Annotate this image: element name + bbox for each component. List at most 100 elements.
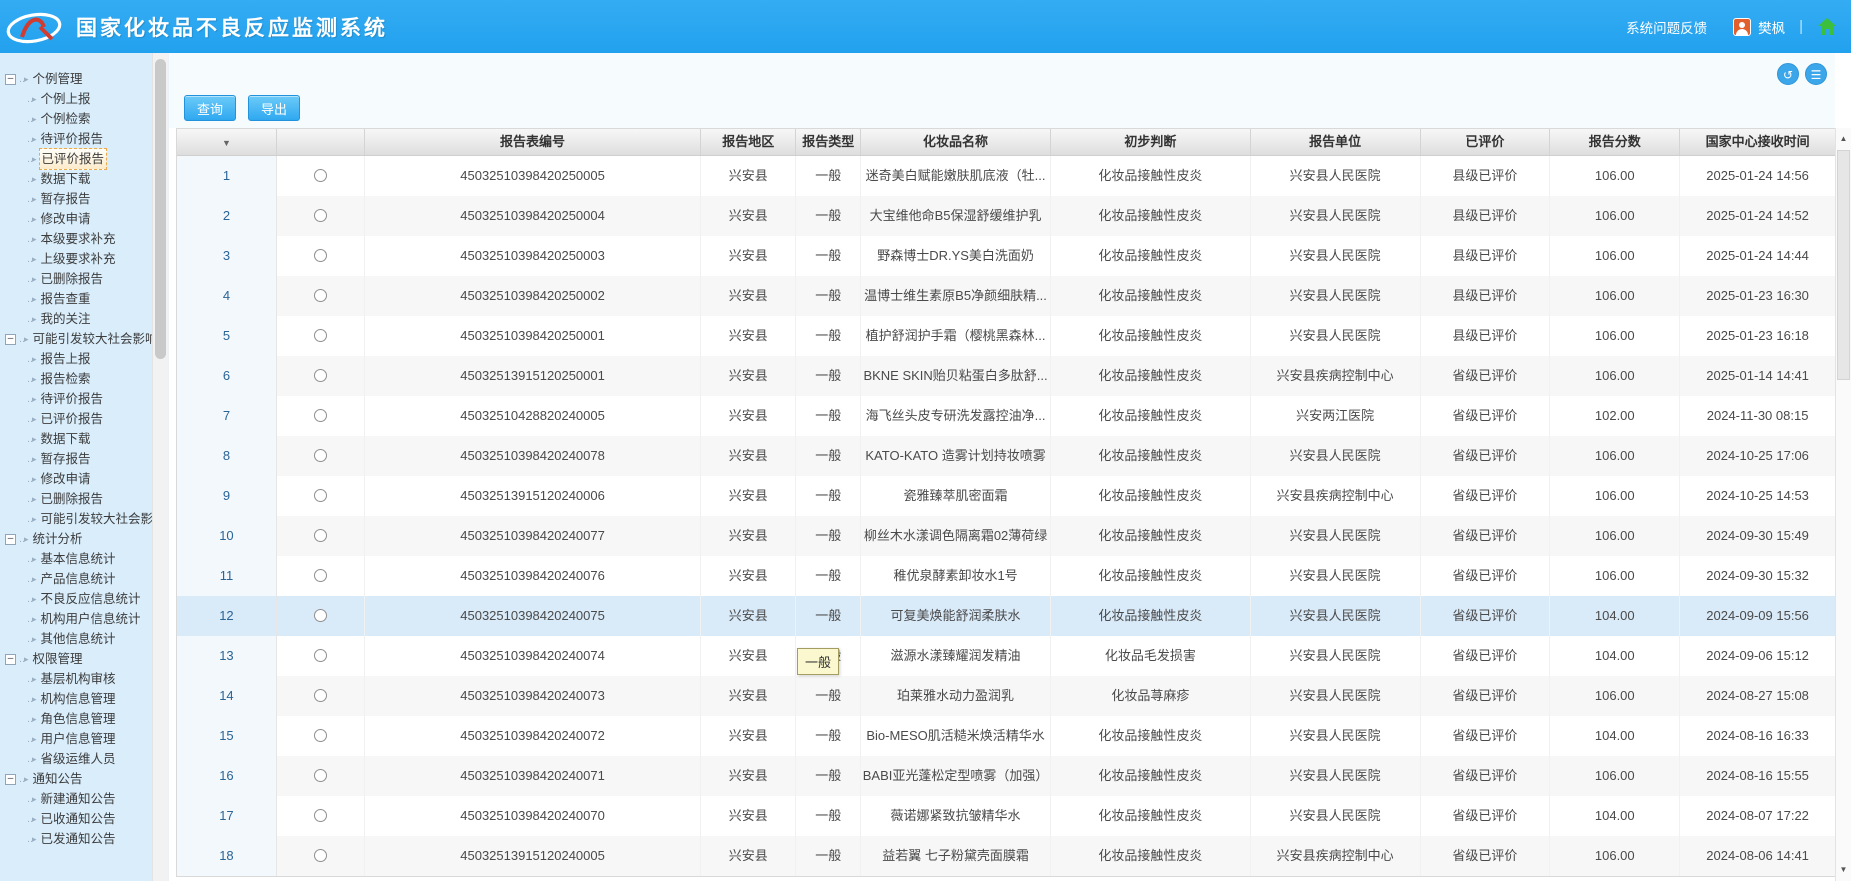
table-row[interactable]: 13 45032510398420240074兴安县一般滋源水漾臻耀润发精油化妆品… bbox=[177, 636, 1835, 676]
list-icon[interactable]: ☰ bbox=[1805, 63, 1827, 85]
sidebar-item[interactable]: 报告上报 bbox=[27, 349, 152, 369]
sidebar-item[interactable]: 暂存报告 bbox=[27, 449, 152, 469]
radio-button[interactable] bbox=[313, 648, 327, 662]
home-icon[interactable] bbox=[1817, 17, 1837, 36]
sidebar-item[interactable]: 个例检索 bbox=[27, 109, 152, 129]
sidebar-scrollbar-thumb[interactable] bbox=[155, 59, 166, 359]
radio-button[interactable] bbox=[313, 248, 327, 262]
collapse-icon[interactable]: – bbox=[5, 773, 16, 785]
collapse-icon[interactable]: – bbox=[5, 73, 16, 85]
table-cell-score: 106.00 bbox=[1550, 556, 1681, 596]
table-cell-status: 县级已评价 bbox=[1421, 316, 1551, 356]
radio-button[interactable] bbox=[313, 768, 327, 782]
radio-button[interactable] bbox=[313, 808, 327, 822]
export-button[interactable]: 导出 bbox=[248, 95, 301, 121]
table-row[interactable]: 4 45032510398420250002 兴安县 一般 温博士维生素原B5净颜细肤精… bbox=[177, 276, 1835, 316]
table-cell-report_no: 45032510398420250005 bbox=[365, 156, 702, 196]
select-all-dropdown-icon[interactable]: ▼ bbox=[222, 138, 231, 148]
sidebar-item[interactable]: 待评价报告 bbox=[27, 129, 152, 149]
sidebar-item[interactable]: 数据下载 bbox=[27, 429, 152, 449]
sidebar-item[interactable]: 其他信息统计 bbox=[27, 629, 152, 649]
table-row[interactable]: 12 45032510398420240075 兴安县 一般 可复美焕能舒润柔肤水 化妆品… bbox=[177, 596, 1835, 636]
sidebar-item[interactable]: 基层机构审核 bbox=[27, 669, 152, 689]
table-row[interactable]: 18 45032513915120240005 兴安县 一般 益若翼 七子粉黛壳面膜霜化… bbox=[177, 836, 1835, 876]
sidebar-item[interactable]: 省级运维人员 bbox=[27, 749, 152, 769]
table-row[interactable]: 14 45032510398420240073 兴安县 一般 珀莱雅水动力盈润乳 化妆品荨… bbox=[177, 676, 1835, 716]
sidebar-item-label: 角色信息管理 bbox=[40, 712, 116, 726]
column-selector[interactable]: ▼ bbox=[177, 129, 277, 155]
radio-button[interactable] bbox=[313, 208, 327, 222]
history-icon[interactable]: ↺ bbox=[1777, 63, 1799, 85]
scroll-down-icon[interactable]: ▼ bbox=[1836, 861, 1851, 879]
sidebar-item[interactable]: 可能引发较大社会影响 bbox=[27, 509, 152, 529]
sidebar-group[interactable]: – 权限管理 bbox=[5, 649, 152, 669]
sidebar-item[interactable]: 本级要求补充 bbox=[27, 229, 152, 249]
sidebar-item[interactable]: 已发通知公告 bbox=[27, 829, 152, 849]
radio-button[interactable] bbox=[313, 368, 327, 382]
radio-button[interactable] bbox=[313, 448, 327, 462]
sidebar-scrollbar[interactable] bbox=[152, 53, 168, 881]
table-row[interactable]: 8 45032510398420240078 兴安县 一般 KATO-KATO 造雾计划… bbox=[177, 436, 1835, 476]
sidebar-item[interactable]: 已删除报告 bbox=[27, 489, 152, 509]
sidebar-item[interactable]: 报告查重 bbox=[27, 289, 152, 309]
radio-button[interactable] bbox=[313, 568, 327, 582]
table-row[interactable]: 2 45032510398420250004 兴安县 一般 大宝维他命B5保湿舒缓维护乳… bbox=[177, 196, 1835, 236]
radio-button[interactable] bbox=[313, 728, 327, 742]
sidebar-item[interactable]: 暂存报告 bbox=[27, 189, 152, 209]
collapse-icon[interactable]: – bbox=[5, 333, 16, 345]
table-row[interactable]: 9 45032513915120240006 兴安县 一般 瓷雅臻萃肌密面霜 化妆品接触性… bbox=[177, 476, 1835, 516]
sidebar-item[interactable]: 机构信息管理 bbox=[27, 689, 152, 709]
table-row[interactable]: 1 45032510398420250005 兴安县 一般 迷奇美白赋能嫩肤肌底液（牡.… bbox=[177, 156, 1835, 196]
table-row[interactable]: 7 45032510428820240005 兴安县 一般 海飞丝头皮专研洗发露控油净.… bbox=[177, 396, 1835, 436]
sidebar-item[interactable]: 用户信息管理 bbox=[27, 729, 152, 749]
sidebar-item[interactable]: 我的关注 bbox=[27, 309, 152, 329]
collapse-icon[interactable]: – bbox=[5, 653, 16, 665]
radio-button[interactable] bbox=[313, 848, 327, 862]
query-button[interactable]: 查询 bbox=[184, 95, 237, 121]
table-row[interactable]: 15 45032510398420240072 兴安县 一般 Bio-MESO肌活糙米焕… bbox=[177, 716, 1835, 756]
sidebar-item[interactable]: 已收通知公告 bbox=[27, 809, 152, 829]
sidebar-group[interactable]: – 个例管理 bbox=[5, 69, 152, 89]
radio-button[interactable] bbox=[313, 528, 327, 542]
sidebar-item[interactable]: 待评价报告 bbox=[27, 389, 152, 409]
table-scrollbar-thumb[interactable] bbox=[1837, 150, 1850, 380]
table-cell-report_no: 45032513915120250001 bbox=[365, 356, 702, 396]
sidebar-item[interactable]: 基本信息统计 bbox=[27, 549, 152, 569]
sidebar-item[interactable]: 机构用户信息统计 bbox=[27, 609, 152, 629]
sidebar-item[interactable]: 上级要求补充 bbox=[27, 249, 152, 269]
table-row[interactable]: 6 45032513915120250001 兴安县 一般 BKNE SKIN贻贝粘蛋白… bbox=[177, 356, 1835, 396]
sidebar-item[interactable]: 修改申请 bbox=[27, 469, 152, 489]
table-row[interactable]: 16 45032510398420240071 兴安县 一般 BABI亚光蓬松定型喷雾（… bbox=[177, 756, 1835, 796]
scroll-up-icon[interactable]: ▲ bbox=[1836, 130, 1851, 148]
table-row[interactable]: 17 45032510398420240070 兴安县 一般 薇诺娜紧致抗皱精华水 化妆品… bbox=[177, 796, 1835, 836]
radio-button[interactable] bbox=[313, 608, 327, 622]
collapse-icon[interactable]: – bbox=[5, 533, 16, 545]
user-menu[interactable]: 樊枫 bbox=[1733, 17, 1785, 37]
radio-button[interactable] bbox=[313, 288, 327, 302]
sidebar-item[interactable]: 个例上报 bbox=[27, 89, 152, 109]
sidebar-item[interactable]: 数据下载 bbox=[27, 169, 152, 189]
table-row[interactable]: 11 45032510398420240076 兴安县 一般 稚优泉酵素卸妆水1号 化妆品… bbox=[177, 556, 1835, 596]
radio-button[interactable] bbox=[313, 488, 327, 502]
sidebar-item[interactable]: 新建通知公告 bbox=[27, 789, 152, 809]
radio-button[interactable] bbox=[313, 688, 327, 702]
sidebar-item[interactable]: 修改申请 bbox=[27, 209, 152, 229]
radio-button[interactable] bbox=[313, 408, 327, 422]
table-scrollbar[interactable]: ▲ ▼ bbox=[1835, 128, 1851, 881]
sidebar-item[interactable]: 报告检索 bbox=[27, 369, 152, 389]
sidebar-group[interactable]: – 通知公告 bbox=[5, 769, 152, 789]
sidebar-item[interactable]: 角色信息管理 bbox=[27, 709, 152, 729]
sidebar-item[interactable]: 不良反应信息统计 bbox=[27, 589, 152, 609]
system-feedback-link[interactable]: 系统问题反馈 bbox=[1626, 17, 1707, 37]
radio-button[interactable] bbox=[313, 328, 327, 342]
table-row[interactable]: 3 45032510398420250003 兴安县 一般 野森博士DR.YS美白洗面奶… bbox=[177, 236, 1835, 276]
sidebar-item[interactable]: 产品信息统计 bbox=[27, 569, 152, 589]
sidebar-item[interactable]: 已评价报告 bbox=[27, 409, 152, 429]
sidebar-group[interactable]: – 统计分析 bbox=[5, 529, 152, 549]
sidebar-group[interactable]: – 可能引发较大社会影响 bbox=[5, 329, 152, 349]
sidebar-item[interactable]: 已删除报告 bbox=[27, 269, 152, 289]
table-row[interactable]: 5 45032510398420250001 兴安县 一般 植护舒润护手霜（樱桃黑森林.… bbox=[177, 316, 1835, 356]
sidebar-item[interactable]: 已评价报告 bbox=[27, 148, 152, 170]
table-row[interactable]: 10 45032510398420240077 兴安县 一般 柳丝木水漾调色隔离霜02薄… bbox=[177, 516, 1835, 556]
radio-button[interactable] bbox=[313, 168, 327, 182]
